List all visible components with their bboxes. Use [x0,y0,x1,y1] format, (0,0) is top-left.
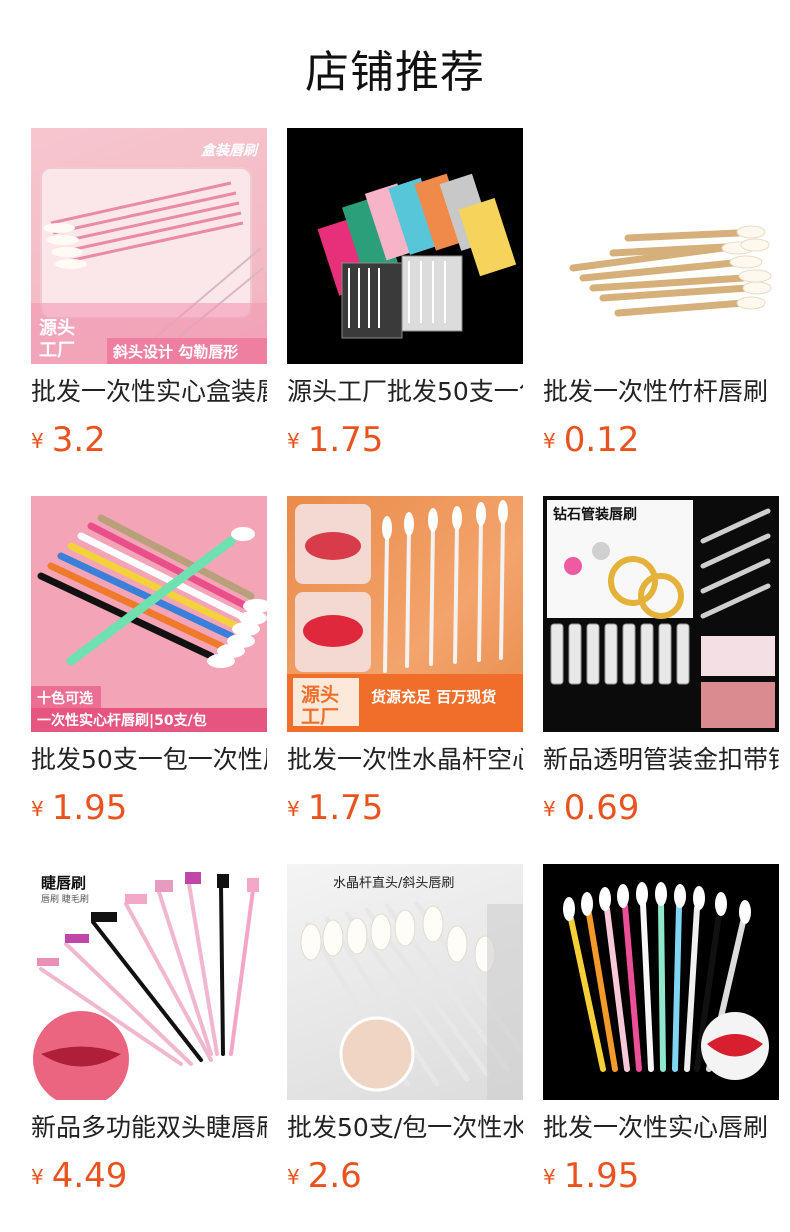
product-image[interactable] [543,864,779,1100]
product-image[interactable]: 十色可选 一次性实心杆唇刷|50支/包 [31,496,267,732]
product-price: ¥1.75 [287,420,383,460]
product-card-9[interactable]: 批发一次性实心唇刷 ¥1.95 [543,864,779,1196]
product-name[interactable]: 批发一次性实心盒装唇刷 [31,377,267,407]
product-card-3[interactable]: 批发一次性竹杆唇刷 ¥0.12 [543,128,779,460]
product-price: ¥1.95 [31,788,127,828]
product-image[interactable] [287,128,523,364]
bamboo-brushes-illustration [569,225,772,317]
price-value: 2.6 [307,1156,362,1196]
price-value: 1.75 [307,788,384,828]
image-badge: 十色可选 [37,691,93,707]
price-value: 1.95 [563,1156,640,1196]
product-image[interactable]: 睫唇刷 唇刷 睫毛刷 [31,864,267,1100]
page-title: 店铺推荐 [305,47,485,98]
product-price: ¥4.49 [31,1156,127,1196]
product-card-5[interactable]: 源头 工厂 货源充足 百万现货 批发一次性水晶杆空心唇刷 ¥1.75 [287,496,523,828]
product-name[interactable]: 源头工厂批发50支一包 [287,377,523,407]
price-value: 4.49 [51,1156,128,1196]
product-name[interactable]: 批发一次性竹杆唇刷 [543,377,779,407]
image-badge: 工厂 [301,706,340,728]
price-value: 1.75 [307,420,384,460]
currency-symbol: ¥ [31,797,44,821]
image-top-tag: 钻石管装唇刷 [553,507,637,523]
currency-symbol: ¥ [287,797,300,821]
image-top-tag: 水晶杆直头/斜头唇刷 [333,876,455,891]
image-caption: 斜头设计 勾勒唇形 [113,343,239,361]
product-name[interactable]: 批发一次性水晶杆空心唇刷 [287,745,523,775]
currency-symbol: ¥ [543,429,556,453]
product-image[interactable]: 水晶杆直头/斜头唇刷 [287,864,523,1100]
product-card-2[interactable]: 源头工厂批发50支一包 ¥1.75 [287,128,523,460]
solid-brushes-illustration [563,882,769,1080]
product-name[interactable]: 新品透明管装金扣带钻唇刷 [543,745,779,775]
image-caption: 货源充足 百万现货 [371,688,497,706]
image-badge: 工厂 [39,340,75,361]
product-price: ¥0.12 [543,420,639,460]
product-price: ¥0.69 [543,788,639,828]
product-card-4[interactable]: 十色可选 一次性实心杆唇刷|50支/包 批发50支一包一次性唇刷 ¥1.95 [31,496,267,828]
price-value: 3.2 [51,420,106,460]
product-price: ¥1.75 [287,788,383,828]
product-card-1[interactable]: 盒装唇刷 源头 工厂 斜头设计 勾勒唇形 批发一次性实心盒装唇刷 ¥3.2 [31,128,267,460]
product-card-8[interactable]: 水晶杆直头/斜头唇刷 批发50支/包一次性水晶杆唇刷 ¥2.6 [287,864,523,1196]
currency-symbol: ¥ [287,429,300,453]
currency-symbol: ¥ [543,1165,556,1189]
price-value: 1.95 [51,788,128,828]
product-image[interactable] [543,128,779,364]
product-name[interactable]: 新品多功能双头睫唇刷 [31,1113,267,1143]
product-price: ¥3.2 [31,420,106,460]
price-value: 0.12 [563,420,640,460]
currency-symbol: ¥ [287,1165,300,1189]
product-price: ¥2.6 [287,1156,362,1196]
price-value: 0.69 [563,788,640,828]
currency-symbol: ¥ [31,429,44,453]
image-top-tag: 盒装唇刷 [201,143,257,159]
product-card-7[interactable]: 睫唇刷 唇刷 睫毛刷 新品多功能双头睫唇刷 ¥4.49 [31,864,267,1196]
product-card-6[interactable]: 钻石管装唇刷 新品透明管装金扣带钻唇刷 ¥0.69 [543,496,779,828]
crystal-rod-brushes-illustration [300,901,523,1100]
tube-packaged-brushes-illustration [547,500,775,728]
currency-symbol: ¥ [31,1165,44,1189]
packaged-brushes-illustration [317,173,517,339]
image-top-tag: 睫唇刷 [41,874,87,892]
image-sub-tag: 唇刷 睫毛刷 [41,895,89,905]
product-image[interactable]: 盒装唇刷 源头 工厂 斜头设计 勾勒唇形 [31,128,267,364]
product-image[interactable]: 源头 工厂 货源充足 百万现货 [287,496,523,732]
product-name[interactable]: 批发50支/包一次性水晶杆唇刷 [287,1113,523,1143]
product-price: ¥1.95 [543,1156,639,1196]
product-name[interactable]: 批发50支一包一次性唇刷 [31,745,267,775]
product-image[interactable]: 钻石管装唇刷 [543,496,779,732]
currency-symbol: ¥ [543,797,556,821]
image-caption: 一次性实心杆唇刷|50支/包 [37,713,207,729]
product-name[interactable]: 批发一次性实心唇刷 [543,1113,779,1143]
